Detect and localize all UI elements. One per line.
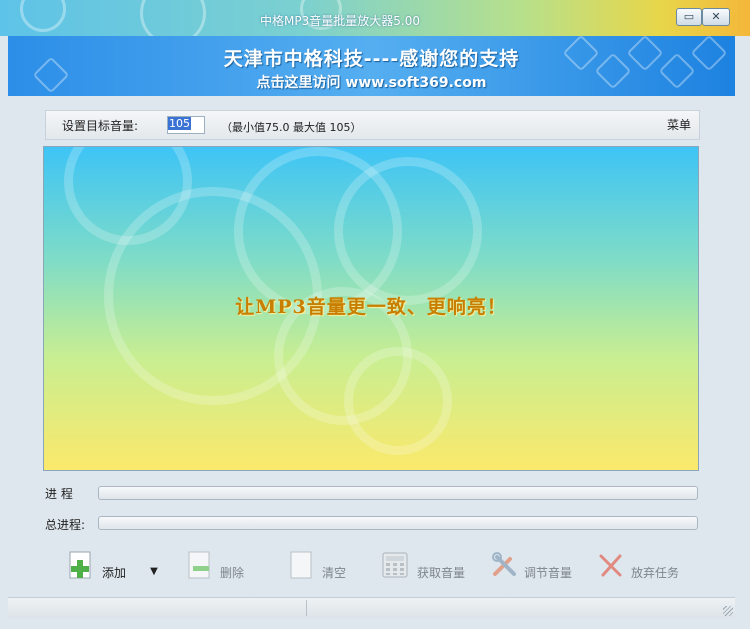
- promo-banner[interactable]: 天津市中格科技----感谢您的支持 点击这里访问 www.soft369.com: [8, 36, 735, 96]
- minimize-button[interactable]: ▭: [676, 8, 702, 26]
- window-title: 中格MP3音量批量放大器5.00: [260, 14, 420, 28]
- banner-website-link[interactable]: 点击这里访问 www.soft369.com: [8, 72, 735, 92]
- status-bar: [8, 597, 735, 618]
- file-list-panel[interactable]: 让MP3音量更一致、更响亮！: [43, 146, 699, 471]
- clear-button[interactable]: 清空: [289, 550, 359, 592]
- title-bar[interactable]: 中格MP3音量批量放大器5.00 ▭ ✕: [0, 0, 750, 46]
- banner-company: 天津市中格科技----感谢您的支持: [223, 48, 520, 70]
- add-button[interactable]: 添加: [68, 550, 138, 592]
- clear-file-icon: [290, 551, 312, 579]
- abort-task-label: 放弃任务: [631, 566, 680, 580]
- total-progress-bar: [98, 516, 698, 530]
- status-divider: [306, 600, 307, 616]
- calculator-icon: [382, 552, 408, 578]
- abort-icon: [599, 554, 622, 577]
- target-volume-input[interactable]: 105: [167, 116, 205, 134]
- adjust-volume-button[interactable]: 调节音量: [490, 550, 580, 592]
- tools-icon: [492, 552, 516, 576]
- progress-label: 进 程: [45, 487, 73, 501]
- abort-task-button[interactable]: 放弃任务: [596, 550, 686, 592]
- get-volume-label: 获取音量: [417, 566, 466, 580]
- progress-bar: [98, 486, 698, 500]
- chevron-down-icon: ▼: [150, 566, 158, 577]
- add-dropdown-arrow[interactable]: ▼: [148, 566, 160, 577]
- resize-grip[interactable]: [723, 606, 733, 616]
- delete-button[interactable]: 删除: [187, 550, 257, 592]
- settings-row: 设置目标音量: 105 （最小值75.0 最大值 105） 菜单: [45, 110, 700, 140]
- target-volume-label: 设置目标音量:: [62, 119, 139, 133]
- close-icon: ✕: [711, 10, 721, 23]
- clear-label: 清空: [322, 566, 347, 580]
- get-volume-button[interactable]: 获取音量: [380, 550, 470, 592]
- adjust-volume-label: 调节音量: [524, 566, 573, 580]
- delete-file-icon: [188, 551, 210, 579]
- panel-decoration: [334, 157, 482, 305]
- minimize-icon: ▭: [683, 10, 695, 23]
- panel-decoration: [344, 347, 452, 455]
- target-volume-value: 105: [168, 117, 191, 130]
- menu-button[interactable]: 菜单: [667, 116, 691, 133]
- add-label: 添加: [102, 566, 127, 580]
- close-button[interactable]: ✕: [702, 8, 730, 26]
- app-window: 中格MP3音量批量放大器5.00 ▭ ✕ 天津市中格科技----感谢您的支持 点…: [0, 0, 750, 629]
- volume-range-hint: （最小值75.0 最大值 105）: [221, 121, 362, 134]
- slogan-text: 让MP3音量更一致、更响亮！: [235, 296, 507, 318]
- total-progress-label: 总进程:: [45, 518, 86, 532]
- add-file-icon: [69, 551, 91, 579]
- delete-label: 删除: [220, 566, 245, 580]
